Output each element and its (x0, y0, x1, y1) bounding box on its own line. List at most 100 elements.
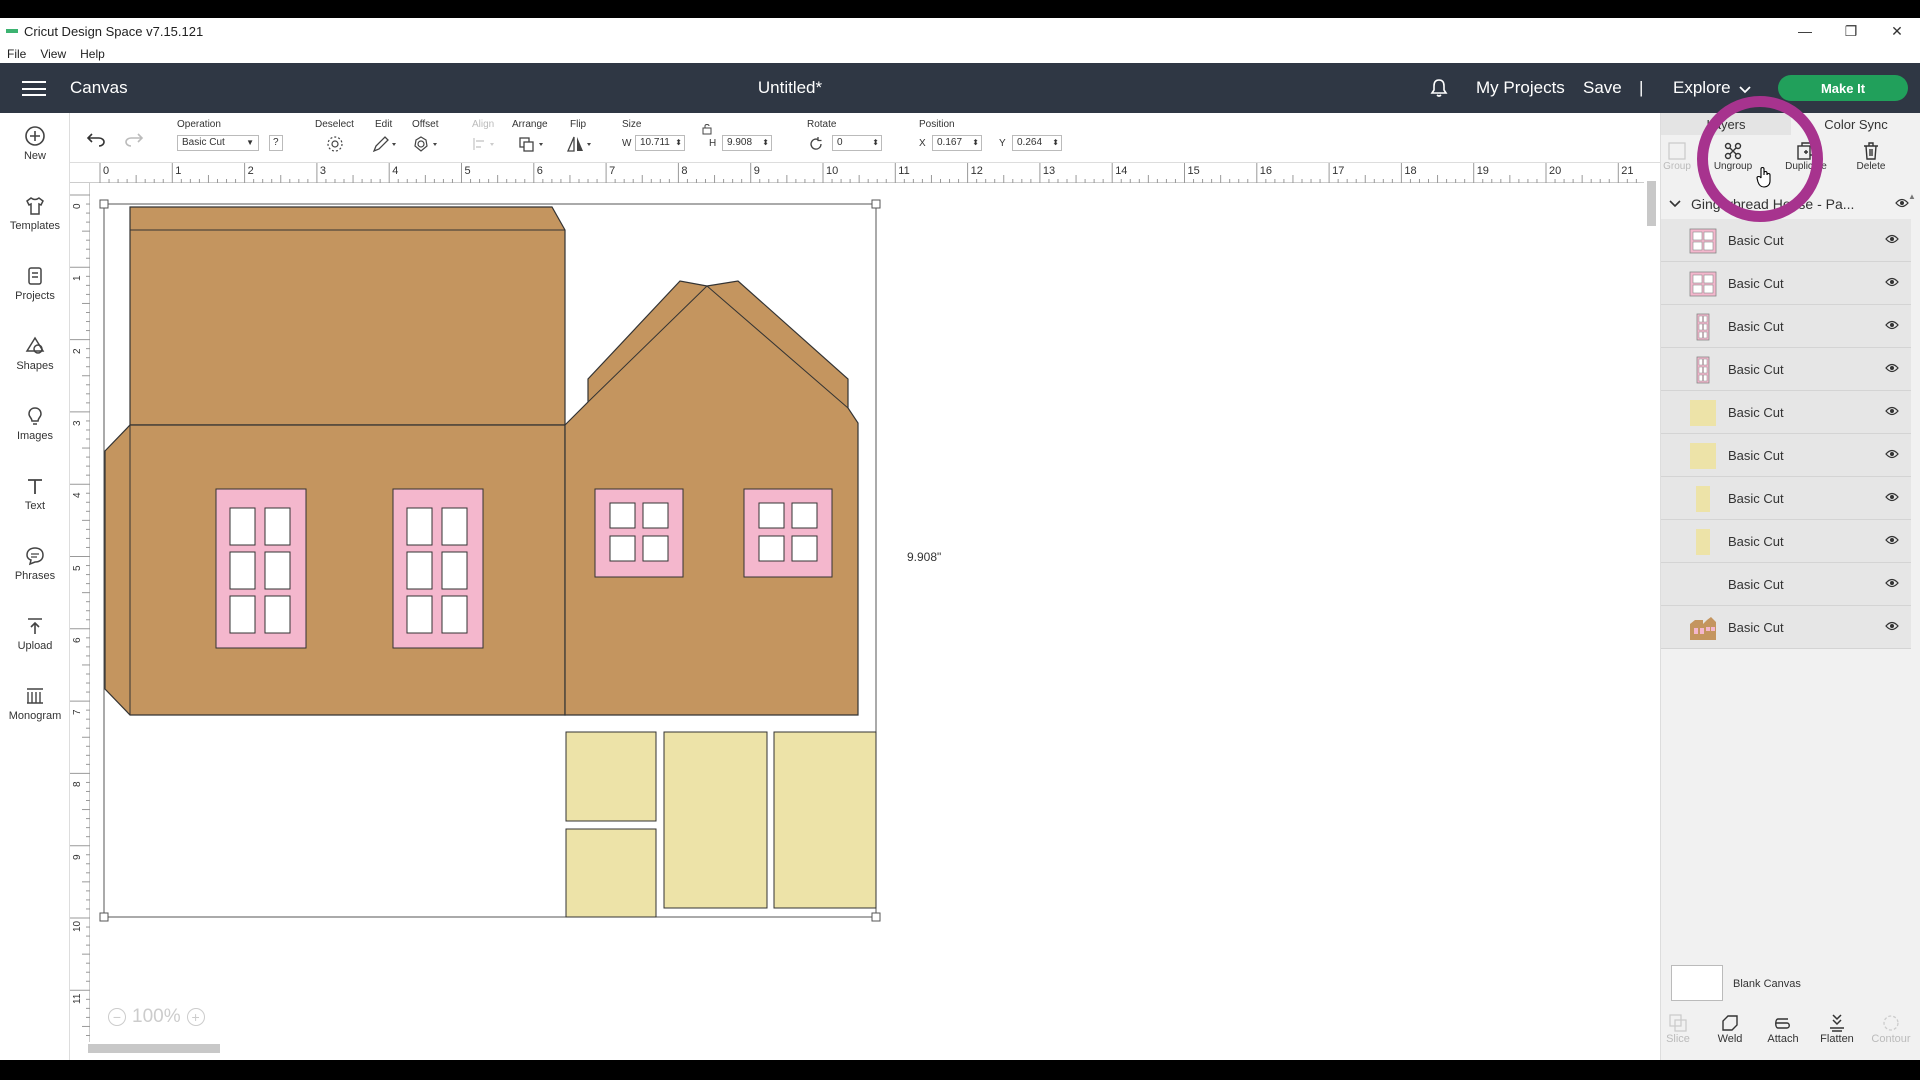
sidebar-item-shapes[interactable]: Shapes (0, 335, 70, 372)
zoom-in-button[interactable]: + (186, 1008, 205, 1026)
layer-row[interactable]: Basic Cut (1661, 348, 1911, 391)
sidebar-item-label: Images (16, 430, 54, 442)
eye-icon[interactable] (1885, 621, 1899, 631)
eye-icon[interactable] (1885, 449, 1899, 459)
menu-file[interactable]: File (7, 47, 26, 61)
layer-row[interactable]: Basic Cut (1661, 606, 1911, 649)
yellow-panel-2[interactable] (565, 828, 657, 918)
sidebar-item-monogram[interactable]: Monogram (0, 685, 70, 722)
position-label: Position (919, 119, 955, 130)
deselect-icon[interactable] (326, 135, 344, 153)
window-tall-1[interactable] (215, 488, 307, 649)
operation-select[interactable]: Basic Cut ▼ (177, 135, 259, 151)
contour-button: Contour (1866, 1013, 1916, 1045)
y-position-input[interactable]: 0.264 ⬍ (1012, 135, 1062, 151)
x-label: X (919, 138, 926, 149)
explore-menu[interactable]: Explore (1673, 78, 1731, 98)
scroll-up-arrow-icon[interactable]: ▲ (1908, 192, 1916, 201)
design-canvas[interactable] (90, 183, 1645, 1053)
offset-icon[interactable] (412, 135, 440, 153)
window-tall-2[interactable] (392, 488, 484, 649)
size-label: Size (622, 119, 642, 130)
attach-label: Attach (1767, 1033, 1799, 1045)
vertical-scrollbar[interactable] (1644, 163, 1658, 1041)
monogram-icon (27, 688, 43, 704)
sidebar-item-phrases[interactable]: Phrases (0, 545, 70, 582)
blank-canvas-label: Blank Canvas (1733, 978, 1801, 990)
undo-icon[interactable] (86, 131, 106, 147)
my-projects-link[interactable]: My Projects (1476, 78, 1565, 98)
scroll-thumb[interactable] (88, 1044, 220, 1053)
layer-row[interactable]: Basic Cut (1661, 563, 1911, 606)
deselect-label: Deselect (315, 119, 354, 130)
minimize-button[interactable]: — (1782, 18, 1828, 44)
layer-row[interactable]: Basic Cut (1661, 477, 1911, 520)
eye-icon[interactable] (1885, 406, 1899, 416)
flatten-button[interactable]: Flatten (1812, 1013, 1862, 1045)
rotate-input[interactable]: 0 ⬍ (832, 135, 882, 151)
scroll-thumb[interactable] (1647, 181, 1656, 226)
flatten-icon (1830, 1014, 1844, 1032)
yellow-panel-3[interactable] (663, 731, 768, 909)
sidebar-item-label: Templates (9, 220, 61, 232)
sidebar-item-new[interactable]: New (0, 125, 70, 162)
attach-button[interactable]: Attach (1758, 1013, 1808, 1045)
lock-icon[interactable] (702, 123, 712, 135)
blank-canvas-swatch[interactable] (1671, 965, 1723, 1001)
window-square-1[interactable] (594, 488, 684, 578)
save-button[interactable]: Save (1583, 78, 1622, 98)
delete-button[interactable]: Delete (1841, 141, 1901, 172)
eye-icon[interactable] (1885, 578, 1899, 588)
menu-help[interactable]: Help (80, 47, 105, 61)
y-position-value: 0.264 (1017, 137, 1043, 148)
width-input[interactable]: 10.711 ⬍ (635, 135, 685, 151)
eye-icon[interactable] (1885, 277, 1899, 287)
edit-label: Edit (375, 119, 393, 130)
eye-icon[interactable] (1885, 535, 1899, 545)
x-position-input[interactable]: 0.167 ⬍ (932, 135, 982, 151)
horizontal-scrollbar[interactable] (70, 1042, 1645, 1054)
eye-icon[interactable] (1885, 320, 1899, 330)
eye-icon[interactable] (1885, 492, 1899, 502)
height-value: 9.908 (727, 137, 753, 148)
yellow-panel-1[interactable] (565, 731, 657, 822)
top-letterbox (0, 0, 1920, 18)
house-front-piece[interactable] (104, 206, 566, 716)
eye-icon[interactable] (1885, 234, 1899, 244)
layer-row[interactable]: Basic Cut (1661, 520, 1911, 563)
flip-icon[interactable] (566, 135, 594, 153)
ruler-tick-label: 4 (72, 492, 83, 499)
operation-help-button[interactable]: ? (269, 135, 283, 151)
restore-button[interactable]: ❐ (1828, 18, 1874, 44)
close-button[interactable]: ✕ (1874, 18, 1920, 44)
height-input[interactable]: 9.908 ⬍ (722, 135, 772, 151)
yellow-panel-4[interactable] (773, 731, 877, 909)
layer-row[interactable]: Basic Cut (1661, 305, 1911, 348)
layer-row[interactable]: Basic Cut (1661, 219, 1911, 262)
sidebar-item-label: Phrases (14, 570, 56, 582)
eye-icon[interactable] (1895, 198, 1909, 208)
layer-thumbnail (1689, 271, 1717, 297)
bell-icon[interactable] (1428, 77, 1450, 99)
sidebar-item-text[interactable]: Text (0, 475, 70, 512)
zoom-out-button[interactable]: − (108, 1008, 126, 1026)
zoom-level: 100% (132, 1006, 181, 1027)
arrange-icon[interactable] (518, 135, 546, 153)
chevron-down-icon[interactable] (1738, 85, 1752, 95)
layer-row[interactable]: Basic Cut (1661, 434, 1911, 477)
make-it-button[interactable]: Make It (1778, 75, 1908, 101)
ruler-top: 0 1 2 3 4 5 6 7 8 9 10 11 12 13 14 15 16 17 18 19 20 21 (70, 163, 1645, 183)
layer-row[interactable]: Basic Cut (1661, 262, 1911, 305)
eye-icon[interactable] (1885, 363, 1899, 373)
sidebar-item-images[interactable]: Images (0, 405, 70, 442)
pencil-icon[interactable] (372, 135, 398, 153)
sidebar-item-templates[interactable]: Templates (0, 195, 70, 232)
chevron-down-icon[interactable] (1669, 200, 1681, 208)
sidebar-item-upload[interactable]: Upload (0, 615, 70, 652)
weld-button[interactable]: Weld (1705, 1013, 1755, 1045)
menu-view[interactable]: View (40, 47, 66, 61)
window-square-2[interactable] (743, 488, 833, 578)
sidebar-item-projects[interactable]: Projects (0, 265, 70, 302)
rotate-icon (810, 137, 822, 150)
layer-row[interactable]: Basic Cut (1661, 391, 1911, 434)
